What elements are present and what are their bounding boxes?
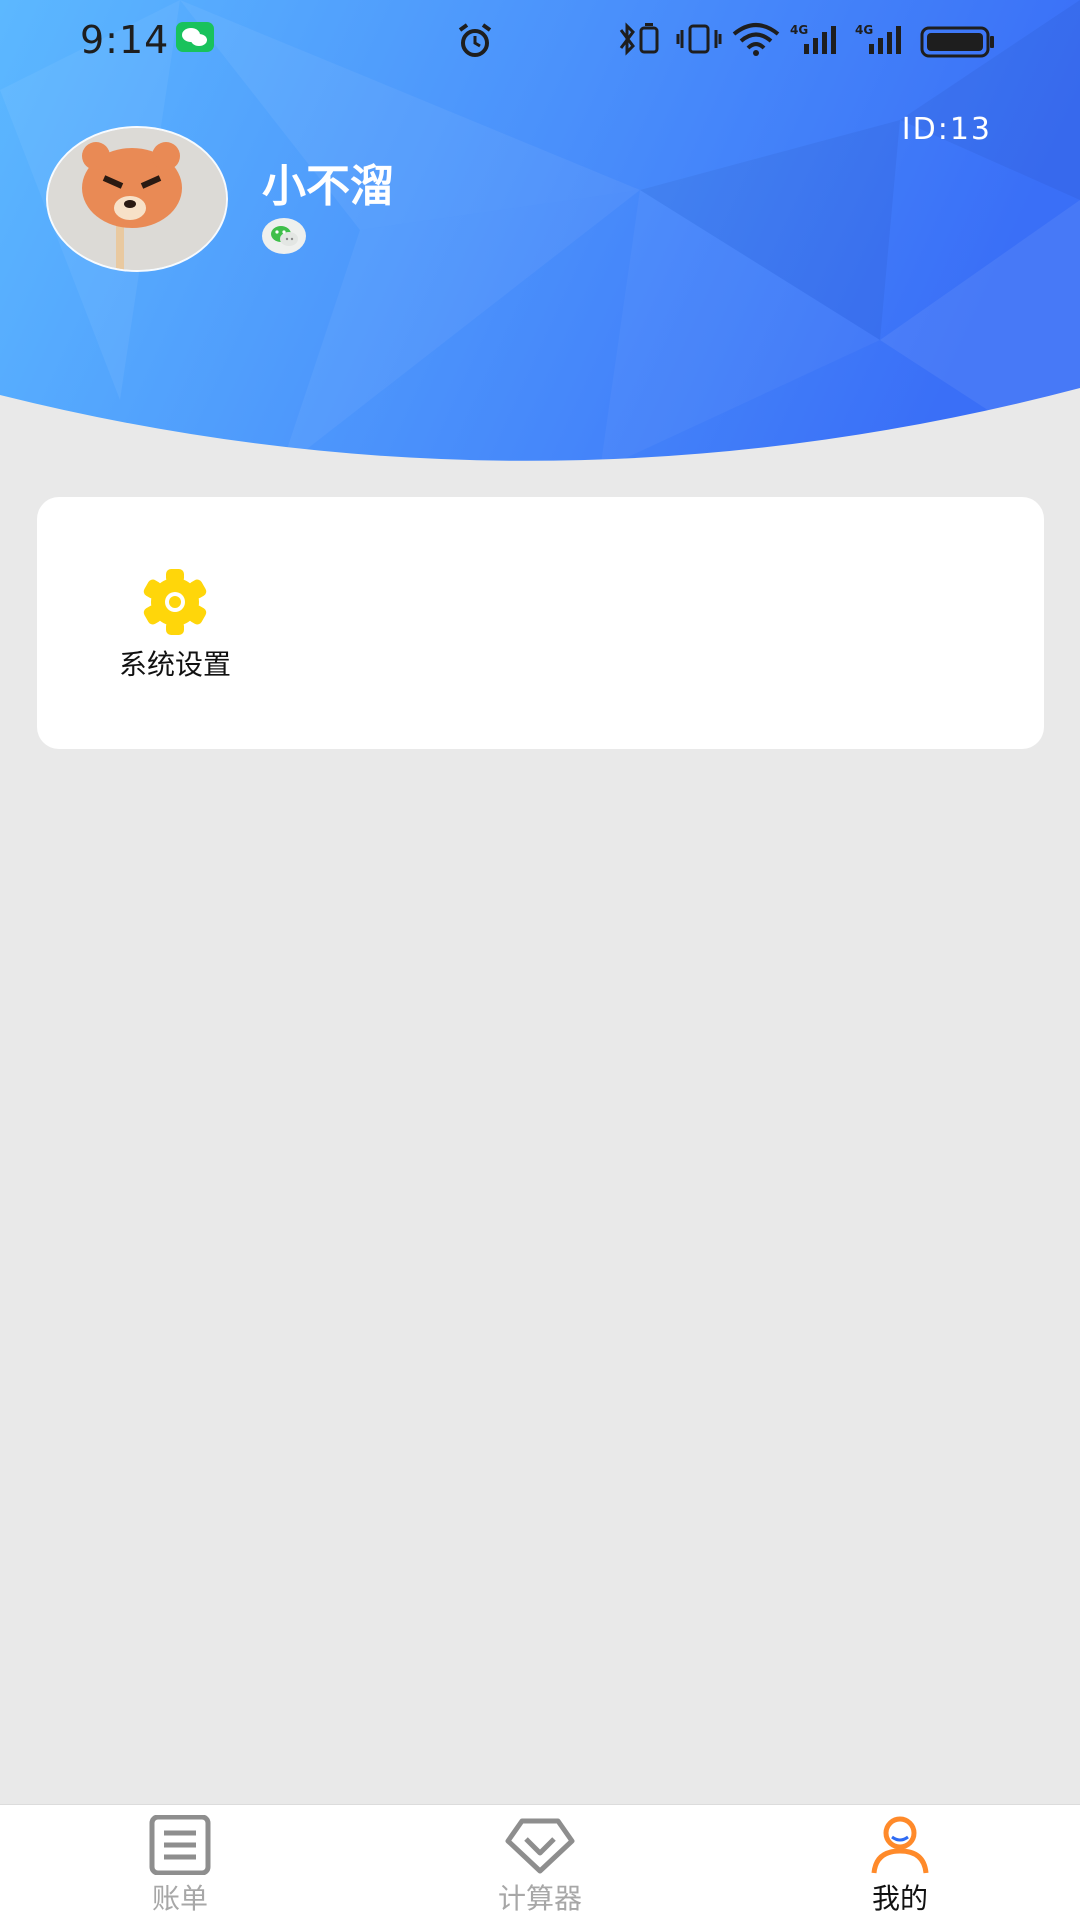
wechat-login-badge xyxy=(262,218,306,254)
tab-mine[interactable]: 我的 xyxy=(820,1805,980,1921)
tab-calculator[interactable]: 计算器 xyxy=(460,1805,620,1921)
system-settings-label: 系统设置 xyxy=(118,648,231,681)
status-time: 9:14 xyxy=(80,18,170,62)
vibrate-icon xyxy=(676,24,722,54)
avatar[interactable] xyxy=(48,128,226,270)
bottom-tab-bar: 账单 计算器 我的 xyxy=(0,1804,1080,1921)
bluetooth-icon xyxy=(619,22,659,56)
bill-list-icon xyxy=(149,1815,211,1875)
signal-4g-icon: 4G xyxy=(790,23,836,54)
svg-text:4G: 4G xyxy=(855,23,873,37)
alarm-icon xyxy=(458,23,492,57)
wifi-icon xyxy=(732,23,780,56)
user-id: ID:13 xyxy=(901,112,992,147)
gear-icon xyxy=(143,569,207,635)
tab-bill-label: 账单 xyxy=(151,1882,208,1915)
system-settings-button[interactable]: 系统设置 xyxy=(95,569,255,689)
profile-header: 9:14 4G 4G ID:13 小不溜 xyxy=(0,0,1080,470)
menu-card: 系统设置 xyxy=(37,497,1044,749)
person-icon xyxy=(871,1816,929,1874)
status-bar: 9:14 4G 4G xyxy=(0,0,1080,90)
user-nickname: 小不溜 xyxy=(262,161,394,212)
wechat-icon xyxy=(271,226,298,246)
battery-icon xyxy=(920,26,994,58)
tab-bill[interactable]: 账单 xyxy=(100,1805,260,1921)
tab-calculator-label: 计算器 xyxy=(497,1882,582,1915)
avatar-bear-image xyxy=(48,128,226,270)
signal-4g-icon: 4G xyxy=(855,23,901,54)
svg-text:4G: 4G xyxy=(790,23,808,37)
diamond-calculator-icon xyxy=(505,1818,575,1874)
tab-mine-label: 我的 xyxy=(871,1882,928,1915)
wechat-notification-icon xyxy=(176,22,214,52)
